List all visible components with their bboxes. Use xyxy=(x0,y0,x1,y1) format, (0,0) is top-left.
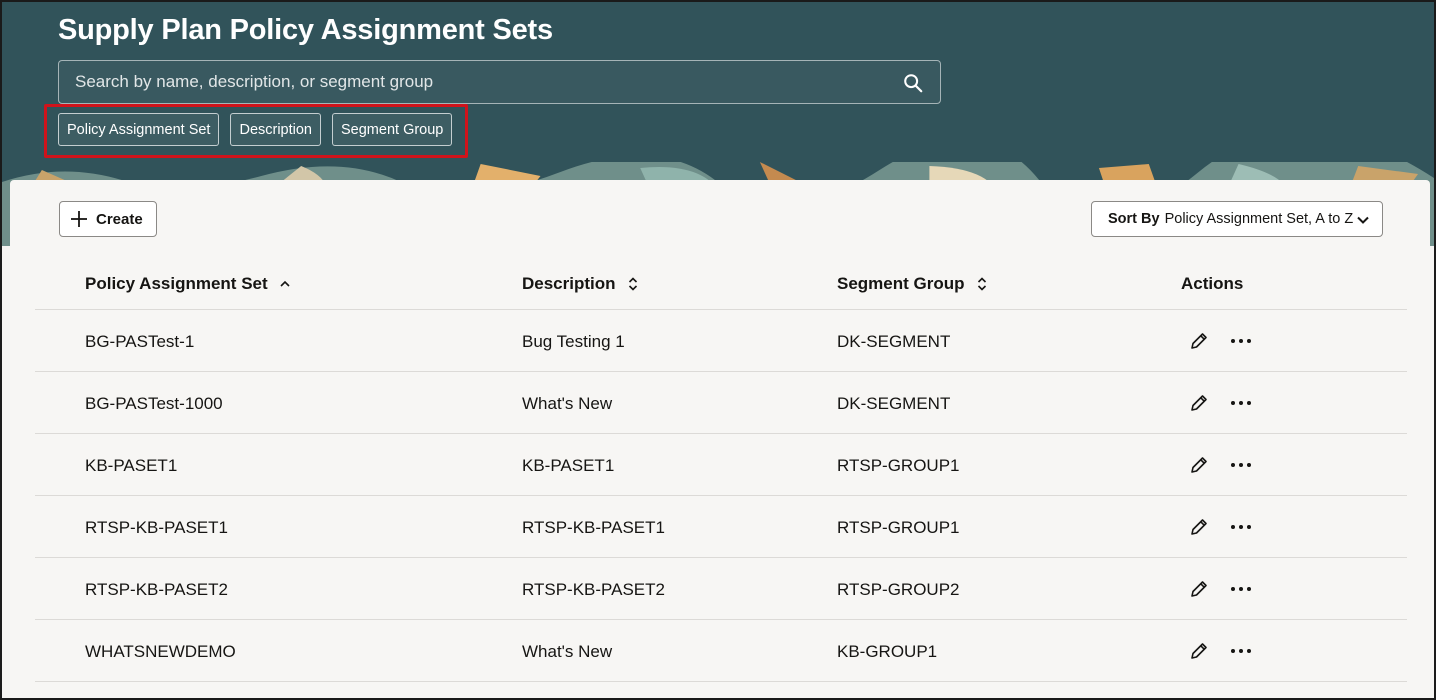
sort-toggle-icon xyxy=(628,277,637,291)
table-row[interactable]: KB-PASET1 KB-PASET1 RTSP-GROUP1 xyxy=(35,434,1407,496)
search-icon[interactable] xyxy=(902,72,924,94)
cell-description: Bug Testing 1 xyxy=(522,332,625,351)
edit-icon[interactable] xyxy=(1189,331,1209,351)
cell-segment-group: RTSP-GROUP1 xyxy=(837,518,960,537)
column-header-policy-assignment-set[interactable]: Policy Assignment Set xyxy=(85,274,292,294)
filter-chip-policy-assignment-set[interactable]: Policy Assignment Set xyxy=(58,113,220,146)
cell-policy-assignment-set: RTSP-KB-PASET2 xyxy=(85,580,228,599)
column-label: Description xyxy=(522,274,616,293)
cell-description: What's New xyxy=(522,642,613,661)
table-header: Policy Assignment Set Description Segmen… xyxy=(35,256,1407,310)
sort-toggle-icon xyxy=(977,277,986,291)
table-row[interactable]: WHATSNEWDEMO What's New KB-GROUP1 xyxy=(35,620,1407,682)
edit-icon[interactable] xyxy=(1189,641,1209,661)
filter-chips: Policy Assignment Set Description Segmen… xyxy=(58,113,453,146)
cell-segment-group: KB-GROUP1 xyxy=(837,642,938,661)
create-button[interactable]: Create xyxy=(59,201,157,237)
filter-chip-segment-group[interactable]: Segment Group xyxy=(332,113,453,146)
sort-by-value: Policy Assignment Set, A to Z xyxy=(1164,211,1354,227)
cell-segment-group: DK-SEGMENT xyxy=(837,332,951,351)
edit-icon[interactable] xyxy=(1189,455,1209,475)
column-label: Policy Assignment Set xyxy=(85,274,268,293)
cell-policy-assignment-set: BG-PASTest-1000 xyxy=(85,394,223,413)
more-options-icon[interactable] xyxy=(1230,455,1252,475)
more-options-icon[interactable] xyxy=(1230,393,1252,413)
more-options-icon[interactable] xyxy=(1230,517,1252,537)
cell-description: KB-PASET1 xyxy=(522,456,615,475)
search-input[interactable] xyxy=(59,61,940,103)
table-row[interactable]: BG-PASTest-1000 What's New DK-SEGMENT xyxy=(35,372,1407,434)
content-panel: Create Sort By Policy Assignment Set, A … xyxy=(10,180,1430,698)
edit-icon[interactable] xyxy=(1189,517,1209,537)
column-label: Actions xyxy=(1181,274,1244,293)
sort-ascending-icon xyxy=(280,280,290,287)
table-row[interactable]: RTSP-KB-PASET1 RTSP-KB-PASET1 RTSP-GROUP… xyxy=(35,496,1407,558)
app-window: Supply Plan Policy Assignment Sets Polic… xyxy=(0,0,1436,700)
page-title: Supply Plan Policy Assignment Sets xyxy=(58,14,553,46)
table-row[interactable]: RTSP-KB-PASET2 RTSP-KB-PASET2 RTSP-GROUP… xyxy=(35,558,1407,620)
more-options-icon[interactable] xyxy=(1230,331,1252,351)
chevron-down-icon xyxy=(1357,216,1369,224)
cell-description: RTSP-KB-PASET1 xyxy=(522,518,665,537)
cell-policy-assignment-set: KB-PASET1 xyxy=(85,456,178,475)
cell-segment-group: DK-SEGMENT xyxy=(837,394,951,413)
sort-by-label: Sort By xyxy=(1108,211,1160,227)
more-options-icon[interactable] xyxy=(1230,641,1252,661)
cell-segment-group: RTSP-GROUP1 xyxy=(837,456,960,475)
cell-policy-assignment-set: BG-PASTest-1 xyxy=(85,332,195,351)
filter-chip-description[interactable]: Description xyxy=(230,113,321,146)
edit-icon[interactable] xyxy=(1189,393,1209,413)
cell-description: RTSP-KB-PASET2 xyxy=(522,580,665,599)
column-header-description[interactable]: Description xyxy=(522,274,640,294)
cell-segment-group: RTSP-GROUP2 xyxy=(837,580,960,599)
column-label: Segment Group xyxy=(837,274,965,293)
create-button-label: Create xyxy=(96,210,143,228)
sort-by-select[interactable]: Sort By Policy Assignment Set, A to Z xyxy=(1091,201,1383,237)
table-row[interactable]: BG-PASTest-1 Bug Testing 1 DK-SEGMENT xyxy=(35,310,1407,372)
cell-policy-assignment-set: RTSP-KB-PASET1 xyxy=(85,518,228,537)
column-header-segment-group[interactable]: Segment Group xyxy=(837,274,989,294)
cell-policy-assignment-set: WHATSNEWDEMO xyxy=(85,642,236,661)
cell-description: What's New xyxy=(522,394,613,413)
search-box xyxy=(58,60,941,104)
edit-icon[interactable] xyxy=(1189,579,1209,599)
policy-assignment-sets-table: Policy Assignment Set Description Segmen… xyxy=(35,256,1407,682)
column-header-actions: Actions xyxy=(1181,274,1243,294)
more-options-icon[interactable] xyxy=(1230,579,1252,599)
plus-icon xyxy=(71,211,87,227)
